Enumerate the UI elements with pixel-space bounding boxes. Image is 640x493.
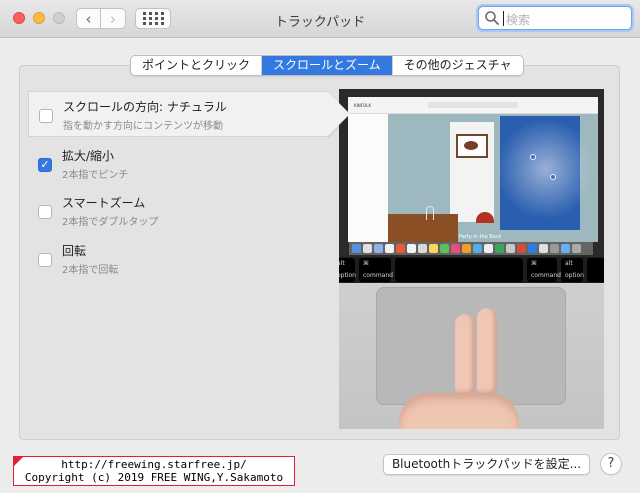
preview-browser: KINFOLK Party in the Back <box>348 97 598 242</box>
tab-point-and-click[interactable]: ポイントとクリック <box>131 56 263 75</box>
search-field[interactable]: 検索 <box>478 6 632 30</box>
smart-zoom-checkbox[interactable] <box>38 205 52 219</box>
option-subtitle: 2本指でピンチ <box>62 170 129 181</box>
picture-frame <box>456 134 488 158</box>
copyright-stamp: http://freewing.starfree.jp/ Copyright (… <box>13 456 295 486</box>
copyright-url: http://freewing.starfree.jp/ <box>61 458 247 471</box>
setup-bluetooth-trackpad-button[interactable]: Bluetoothトラックパッドを設定... <box>383 454 590 475</box>
preview-keyboard: alt option ⌘ command ⌘ command alt optio… <box>339 257 604 283</box>
preview-dock <box>349 242 593 255</box>
scroll-direction-checkbox[interactable] <box>39 109 53 123</box>
copyright-text: Copyright (c) 2019 FREE WING,Y.Sakamoto <box>24 471 284 484</box>
preview-spacebar <box>395 258 523 282</box>
option-subtitle: 2本指で回転 <box>62 265 119 276</box>
zoom-touch-point <box>550 174 556 180</box>
help-button[interactable]: ? <box>600 453 622 475</box>
preview-photo: Party in the Back <box>348 114 598 242</box>
finger <box>477 308 497 394</box>
option-scroll-direction[interactable]: スクロールの方向: ナチュラル 指を動かす方向にコンテンツが移動 <box>28 91 351 139</box>
finger <box>455 314 475 394</box>
tab-bar: ポイントとクリック スクロールとズーム その他のジェスチャ <box>130 55 524 76</box>
title-bar: ‹ › トラックパッド 検索 <box>0 0 640 38</box>
option-rotate[interactable]: 回転 2本指で回転 <box>28 236 328 282</box>
preview-caption: Party in the Back <box>459 234 502 240</box>
option-title: 拡大/縮小 <box>62 149 115 163</box>
option-subtitle: 指を動かす方向にコンテンツが移動 <box>63 121 223 132</box>
option-smart-zoom[interactable]: スマートズーム 2本指でダブルタップ <box>28 188 328 234</box>
preview-site-logo: KINFOLK <box>354 103 372 108</box>
gesture-preview-video: KINFOLK Party in the Back lt ption ⌘ com… <box>339 89 604 429</box>
preferences-window: ‹ › トラックパッド 検索 ポイントとクリック スクロールとズーム その他のジ… <box>0 0 640 493</box>
preview-palm-rest <box>339 283 604 429</box>
checkmark-icon: ✓ <box>40 158 50 171</box>
text-caret <box>503 11 504 26</box>
zoom-touch-point <box>530 154 536 160</box>
option-subtitle: 2本指でダブルタップ <box>62 217 159 228</box>
zoom-in-out-checkbox[interactable]: ✓ <box>38 158 52 172</box>
option-zoom-in-out[interactable]: ✓ 拡大/縮小 2本指でピンチ <box>28 141 328 187</box>
hand <box>399 393 519 429</box>
option-title: 回転 <box>62 244 87 258</box>
rotate-checkbox[interactable] <box>38 253 52 267</box>
preview-url-bar: KINFOLK <box>348 97 598 114</box>
option-title: スマートズーム <box>62 196 146 210</box>
tab-scroll-and-zoom[interactable]: スクロールとズーム <box>262 56 393 75</box>
preview-trackpad <box>376 287 566 405</box>
magnifier-icon <box>485 11 499 25</box>
preview-screen: KINFOLK Party in the Back <box>339 89 604 257</box>
option-title: スクロールの方向: ナチュラル <box>63 100 227 114</box>
search-placeholder: 検索 <box>506 13 531 27</box>
tab-more-gestures[interactable]: その他のジェスチャ <box>393 56 523 75</box>
